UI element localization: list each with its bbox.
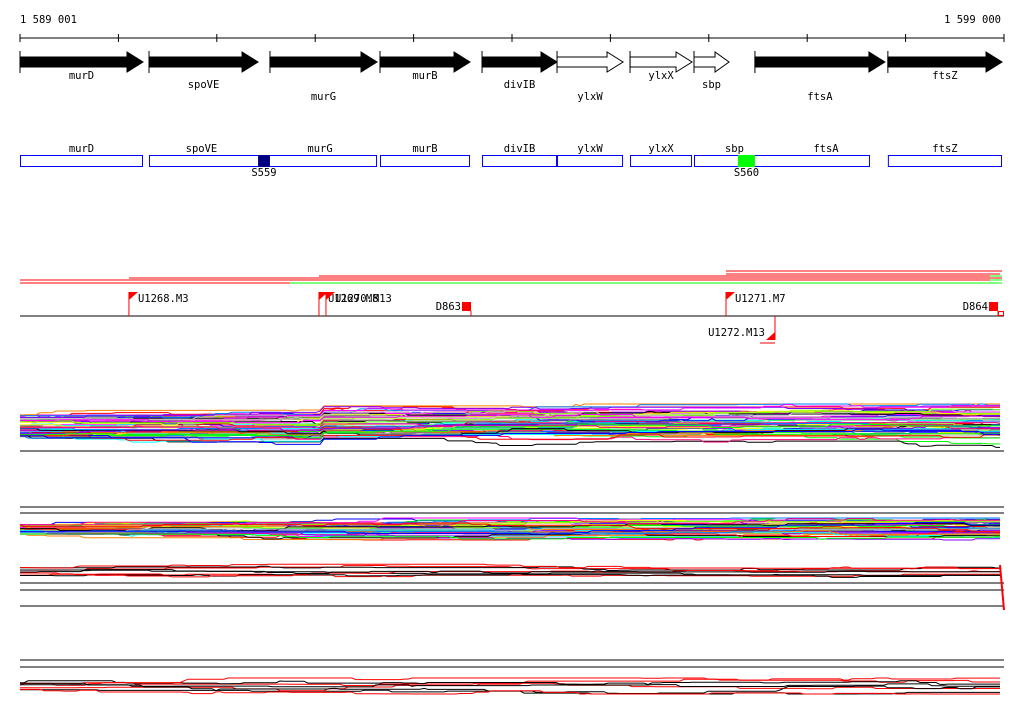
site-label: S560 [734,167,759,179]
marker-label: D863 [436,301,461,313]
gene-arrow-murG [269,51,378,73]
gene-label: murD [69,70,94,82]
gene-arrow-spoVE [148,51,259,73]
ruler-start-label: 1 589 001 [20,14,77,26]
gene-label: spoVE [188,79,220,91]
gene-box-label: ylxW [577,143,603,155]
gene-box-ylxW [557,155,624,167]
gene-box-label: divIB [504,143,536,155]
marker-track: U1268.M3 U1269.M8U1270.M13D863U1271.M7U12… [20,292,1004,344]
gene-arrow-track: murD spoVE murG murB divIB ylxW ylxX sbp ftsA fts… [19,51,1003,103]
gene-label: ylxX [648,70,674,82]
gene-box-label: murD [69,143,94,155]
genome-browser-view: 1 589 001 1 599 000 murD spoVE murG murB div… [19,14,1005,695]
marker-label: U1268.M3 [138,293,189,305]
gene-arrow-murB [379,51,471,73]
square-marker-outline-icon [997,311,1004,316]
gene-box-label: ftsZ [932,143,957,155]
site-S559 [258,155,270,167]
gene-arrow-ftsZ [887,51,1003,73]
gene-box-label: ylxX [648,143,674,155]
gene-box-label: murB [412,143,437,155]
gene-arrow-ftsA [754,51,886,73]
gene-arrow-murD [19,51,144,73]
square-marker-icon [988,302,998,311]
square-marker-icon [462,302,472,311]
gene-label: divIB [504,79,536,91]
site-S560 [737,155,755,167]
marker-label: U1271.M7 [735,293,786,305]
gene-arrow-sbp [693,51,730,73]
gene-box-ftsZ [887,155,1003,167]
ruler-end-label: 1 599 000 [944,14,1001,26]
gene-box-label: ftsA [813,143,839,155]
gene-box-label: spoVE [186,143,218,155]
gene-arrow-divIB [481,51,558,73]
gene-box-murB [379,155,471,167]
gene-label: sbp [702,79,721,91]
gene-box-divIB [482,155,558,167]
gene-label: ylxW [577,91,603,103]
gene-box-label: murG [307,143,332,155]
expression-plot-tracks [19,403,1005,695]
gene-box-murD [20,155,144,167]
ruler: 1 589 001 1 599 000 [19,14,1005,42]
flag-icon [128,292,138,300]
site-label: S559 [251,167,276,179]
gene-label: murG [311,91,336,103]
gene-arrow-ylxW [556,51,624,73]
gene-box-track: murD spoVE murG murB divIB ylxW ylxX sbp ftsA fts… [20,143,1003,179]
gene-arrow-ylxX [629,51,693,73]
gene-label: murB [412,70,437,82]
gene-box-label: sbp [725,143,744,155]
flag-icon [766,332,776,340]
marker-label: U1270.M13 [335,293,392,305]
marker-label: U1272.M13 [708,327,765,339]
marker-label: D864 [963,301,988,313]
coverage-lines-track [20,270,1002,284]
gene-label: ftsA [807,91,833,103]
profile-drop [999,564,1005,611]
gene-box-sbp [694,155,870,167]
gene-label: ftsZ [932,70,957,82]
gene-box-ylxX [630,155,693,167]
flag-icon [725,292,735,300]
